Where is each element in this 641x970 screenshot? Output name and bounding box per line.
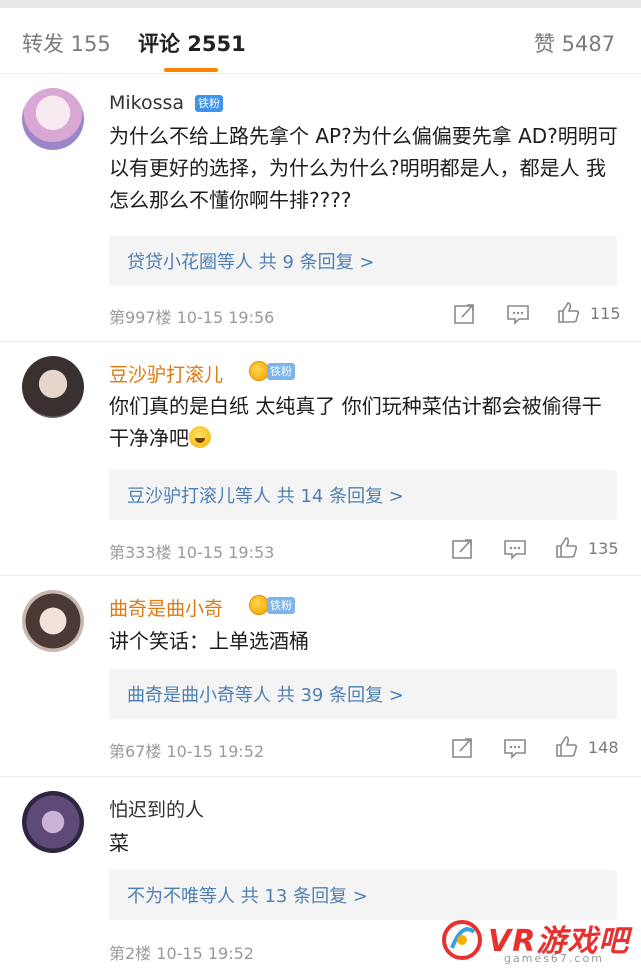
watermark-domain: games67.com xyxy=(504,952,604,965)
crown-icon xyxy=(249,361,269,381)
repost-icon[interactable] xyxy=(451,737,475,759)
avatar[interactable] xyxy=(22,356,84,418)
comment-item: Mikossa 铁粉 为什么不给上路先拿个 AP?为什么偏偏要先拿 AD?明明可… xyxy=(0,74,641,342)
tab-bar: 转发 155 评论 2551 赞 5487 xyxy=(0,8,641,74)
comment-icon[interactable] xyxy=(503,737,527,759)
like-count: 115 xyxy=(590,304,621,323)
comment-item: 豆沙驴打滚儿 铁粉 你们真的是白纸 太纯真了 你们玩种菜估计都会被偷得干干净净吧… xyxy=(0,342,641,575)
like-icon[interactable] xyxy=(557,301,581,323)
floor-time: 第2楼 10-15 19:52 xyxy=(109,944,254,963)
fan-badge: 铁粉 xyxy=(267,363,295,380)
floor-time: 第333楼 10-15 19:53 xyxy=(109,543,275,562)
fan-badge: 铁粉 xyxy=(267,597,295,614)
replies-link[interactable]: 豆沙驴打滚儿等人 共 14 条回复 > xyxy=(127,482,404,508)
watermark: VR游戏吧 games67.com xyxy=(440,912,640,970)
username[interactable]: 豆沙驴打滚儿 xyxy=(109,360,223,387)
tab-repost[interactable]: 转发 155 xyxy=(22,28,111,58)
comment-text-body: 你们真的是白纸 太纯真了 你们玩种菜估计都会被偷得干干净净吧 xyxy=(109,394,602,450)
avatar[interactable] xyxy=(22,590,84,652)
brand-logo-icon xyxy=(442,920,482,960)
crying-emoji-icon xyxy=(189,426,211,448)
crown-icon xyxy=(249,595,269,615)
replies-link[interactable]: 不为不唯等人 共 13 条回复 > xyxy=(127,882,368,908)
repost-icon[interactable] xyxy=(453,303,477,325)
replies-box[interactable]: 曲奇是曲小奇等人 共 39 条回复 > xyxy=(109,669,617,719)
replies-box[interactable]: 豆沙驴打滚儿等人 共 14 条回复 > xyxy=(109,470,617,520)
tab-comments[interactable]: 评论 2551 xyxy=(138,28,246,58)
username[interactable]: 怕迟到的人 xyxy=(109,795,204,822)
like-count: 135 xyxy=(588,539,619,558)
avatar[interactable] xyxy=(22,791,84,853)
comment-text: 菜 xyxy=(109,831,129,855)
comment-text: 你们真的是白纸 太纯真了 你们玩种菜估计都会被偷得干干净净吧 xyxy=(109,390,619,454)
comment-text: 讲个笑话：上单选酒桶 xyxy=(109,629,309,653)
top-strip xyxy=(0,0,641,8)
avatar[interactable] xyxy=(22,88,84,150)
floor-time: 第67楼 10-15 19:52 xyxy=(109,742,265,761)
replies-link[interactable]: 贷贷小花圈等人 共 9 条回复 > xyxy=(127,248,374,274)
repost-icon[interactable] xyxy=(451,538,475,560)
active-tab-indicator xyxy=(164,68,218,72)
replies-box[interactable]: 贷贷小花圈等人 共 9 条回复 > xyxy=(109,236,617,286)
like-icon[interactable] xyxy=(555,735,579,757)
like-icon[interactable] xyxy=(555,536,579,558)
floor-time: 第997楼 10-15 19:56 xyxy=(109,308,275,327)
comment-text: 为什么不给上路先拿个 AP?为什么偏偏要先拿 AD?明明可以有更好的选择，为什么… xyxy=(109,124,618,212)
tab-likes[interactable]: 赞 5487 xyxy=(534,28,615,58)
comment-icon[interactable] xyxy=(506,303,530,325)
username[interactable]: 曲奇是曲小奇 xyxy=(109,594,223,621)
replies-link[interactable]: 曲奇是曲小奇等人 共 39 条回复 > xyxy=(127,681,404,707)
comment-icon[interactable] xyxy=(503,538,527,560)
comment-item: 曲奇是曲小奇 铁粉 讲个笑话：上单选酒桶 曲奇是曲小奇等人 共 39 条回复 >… xyxy=(0,576,641,777)
like-count: 148 xyxy=(588,738,619,757)
username[interactable]: Mikossa xyxy=(109,92,184,114)
fan-badge: 铁粉 xyxy=(195,95,223,112)
